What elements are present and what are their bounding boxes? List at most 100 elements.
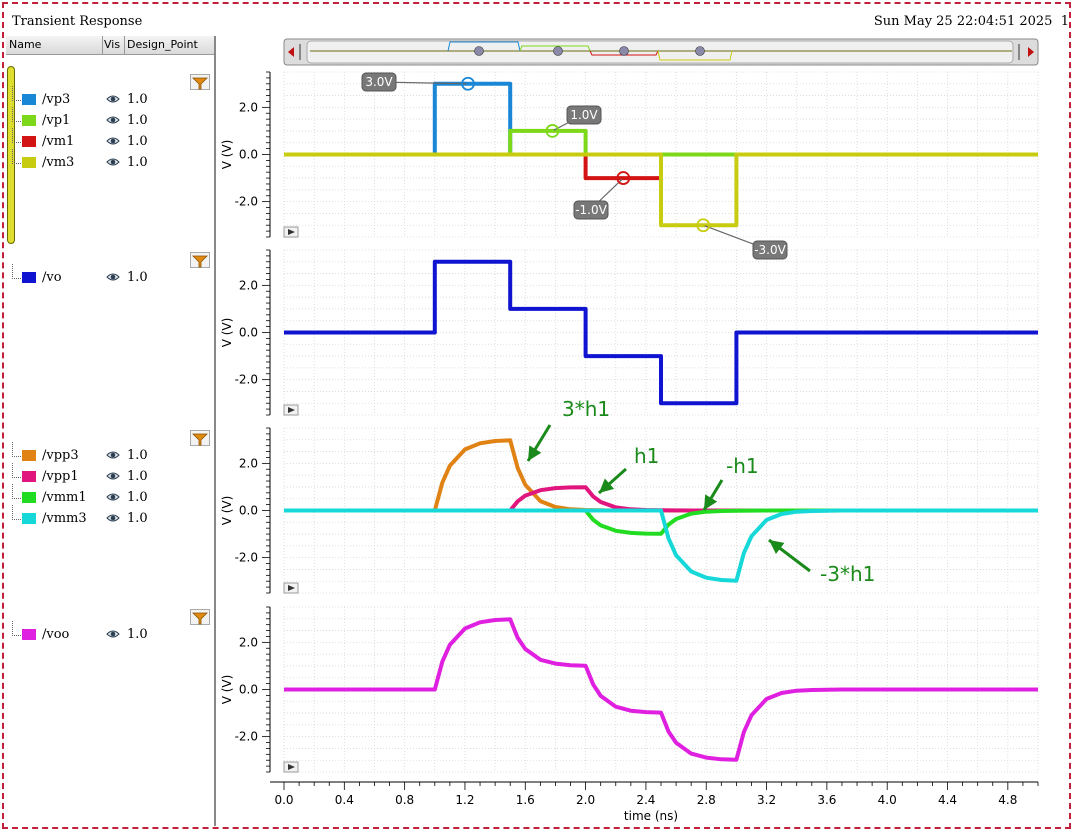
tree-connector [12,128,21,143]
column-name[interactable]: Name [9,38,41,51]
design-point-value: 1.0 [127,511,148,526]
x-tick-label: 3.6 [817,793,836,807]
x-tick-label: 0.4 [335,793,354,807]
filter-icon[interactable] [190,74,210,90]
y-tick-label: -2.0 [235,373,258,387]
expand-panel-icon[interactable] [283,226,299,238]
signal-row[interactable]: /vm3 1.0 [6,149,214,173]
eye-icon[interactable] [106,490,120,504]
signal-row[interactable]: /vmm3 1.0 [6,505,214,529]
eye-icon[interactable] [106,113,120,127]
tree-connector [12,442,21,457]
eye-icon[interactable] [106,448,120,462]
y-tick-label: 0.0 [239,504,258,518]
series-line[interactable] [284,438,1038,513]
waveform-plots[interactable]: 2.0 0.0 -2.0 V (V) 2.0 0.0 -2.0 V (V) 2.0 0.0 -2.0… [216,36,1066,830]
y-axis-label: V (V) [220,318,234,348]
series-line[interactable] [284,508,1038,583]
tree-connector [12,264,21,279]
filter-icon[interactable] [190,430,210,446]
series-line[interactable] [284,259,1038,406]
tree-connector [12,463,21,478]
x-tick-label: 2.4 [636,793,655,807]
design-point-value: 1.0 [127,113,148,128]
signal-row[interactable]: /vpp3 1.0 [6,442,214,466]
x-tick-label: 4.8 [998,793,1017,807]
y-tick-label: 2.0 [239,100,258,114]
y-tick-label: 2.0 [239,456,258,470]
color-swatch [22,94,36,105]
signal-name: /vmm1 [42,490,87,505]
design-point-value: 1.0 [127,270,148,285]
design-point-value: 1.0 [127,155,148,170]
color-swatch [22,629,36,640]
series-line[interactable] [284,485,1038,513]
design-point-value: 1.0 [127,92,148,107]
signal-row[interactable]: /vm1 1.0 [6,128,214,152]
tree-connector [12,484,21,499]
y-axis-label: V (V) [220,675,234,705]
eye-icon[interactable] [106,270,120,284]
y-tick-label: 0.0 [239,148,258,162]
eye-icon[interactable] [106,155,120,169]
annotation-label: -3*h1 [820,562,875,586]
annotation: -3*h1 [768,538,875,586]
signal-row[interactable]: /voo 1.0 [6,621,214,645]
eye-icon[interactable] [106,469,120,483]
signal-row[interactable]: /vp1 1.0 [6,107,214,131]
signal-row[interactable]: /vmm1 1.0 [6,484,214,508]
series-line[interactable] [284,617,1038,762]
series-line[interactable] [284,152,1038,228]
x-axis: 0.0 0.4 0.8 1.2 1.6 2.0 2.4 2.8 3.2 3.6 4.0 4.4 4.8 t… [270,781,1039,823]
navigator-handle-icon[interactable] [553,46,563,56]
series-line[interactable] [284,128,1038,157]
y-tick-label: 0.0 [239,683,258,697]
expand-panel-icon[interactable] [283,404,299,416]
tree-connector [12,505,21,520]
signal-name: /vpp3 [42,448,79,463]
y-tick-label: -2.0 [235,551,258,565]
navigator-handle-icon[interactable] [619,46,629,56]
signal-name: /vm1 [42,134,75,149]
signal-row[interactable]: /vo 1.0 [6,264,214,288]
design-point-value: 1.0 [127,627,148,642]
y-tick-label: -2.0 [235,195,258,209]
plot-panel[interactable]: 2.0 0.0 -2.0 V (V) [220,427,1039,594]
navigator-handle-icon[interactable] [474,46,484,56]
signal-row[interactable]: /vpp1 1.0 [6,463,214,487]
eye-icon[interactable] [106,511,120,525]
signal-name: /vpp1 [42,469,79,484]
annotation-label: -h1 [726,454,759,478]
expand-panel-icon[interactable] [283,761,299,773]
filter-icon[interactable] [190,609,210,625]
color-swatch [22,471,36,482]
plot-panel[interactable]: 2.0 0.0 -2.0 V (V) [220,71,1039,238]
x-tick-label: 0.8 [395,793,414,807]
column-design-point[interactable]: Design_Point [127,38,198,51]
x-tick-label: 3.2 [757,793,776,807]
y-axis-label: V (V) [220,496,234,526]
series-line[interactable] [284,81,1038,157]
expand-panel-icon[interactable] [283,582,299,594]
column-vis[interactable]: Vis [104,38,120,51]
filter-icon[interactable] [190,252,210,268]
annotation: -h1 [702,454,759,511]
overview-navigator[interactable] [283,38,1039,66]
signal-name: /vp3 [42,92,71,107]
eye-icon[interactable] [106,134,120,148]
signal-browser: Name Vis Design_Point /vp3 1.0/vp1 1.0/vm1… [6,36,216,826]
y-tick-label: 2.0 [239,635,258,649]
plot-panel[interactable]: 2.0 0.0 -2.0 V (V) [220,249,1039,416]
x-tick-label: 0.0 [274,793,293,807]
x-tick-label: 1.6 [516,793,535,807]
color-swatch [22,272,36,283]
navigator-handle-icon[interactable] [695,46,705,56]
annotation-label: h1 [634,444,659,468]
eye-icon[interactable] [106,627,120,641]
signal-row[interactable]: /vp3 1.0 [6,86,214,110]
plot-panel[interactable]: 2.0 0.0 -2.0 V (V) [220,606,1039,773]
color-swatch [22,136,36,147]
color-swatch [22,115,36,126]
eye-icon[interactable] [106,92,120,106]
y-axis-label: V (V) [220,140,234,170]
